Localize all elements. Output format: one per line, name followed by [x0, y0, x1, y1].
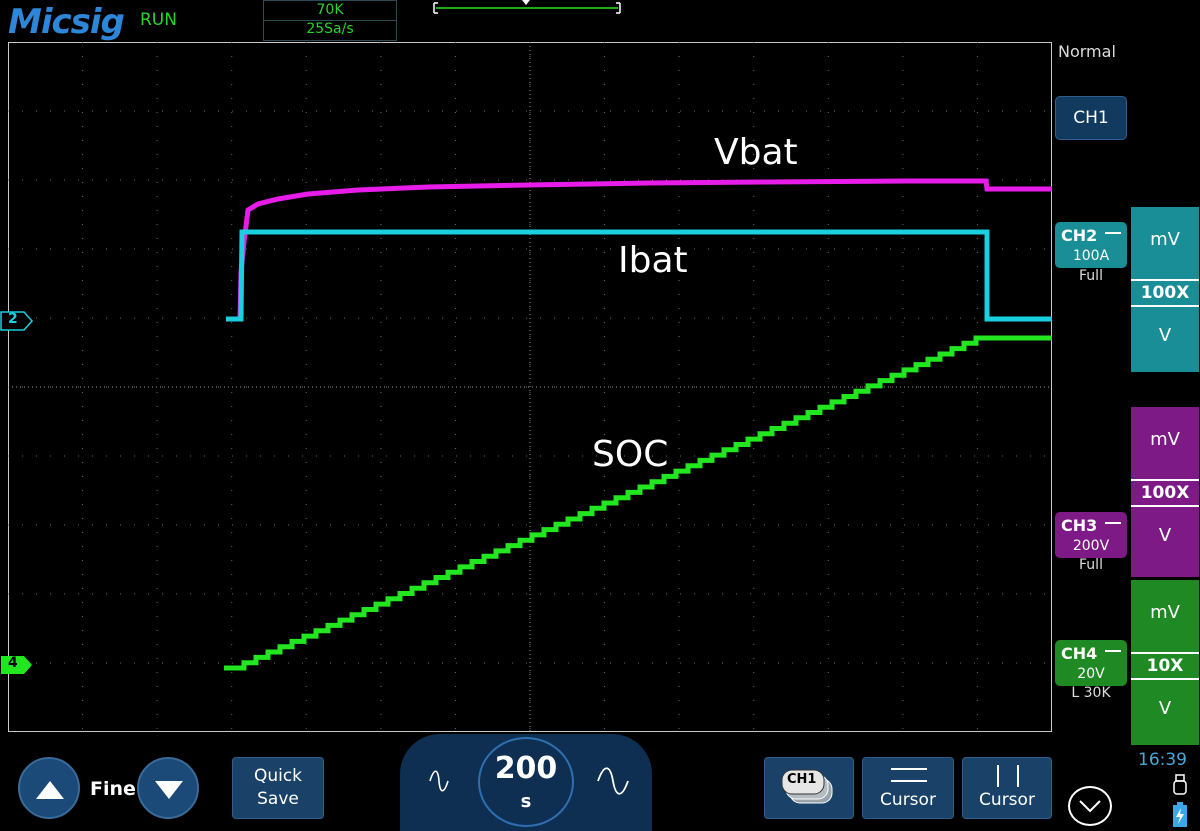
fine-down-button[interactable] — [137, 757, 199, 819]
vertical-cursor-icon — [997, 765, 1019, 787]
ch2-coupling: Full — [1079, 268, 1103, 284]
vbat-label: Vbat — [714, 132, 798, 173]
fine-label: Fine — [90, 778, 136, 800]
ch4-marker-label: 4 — [8, 655, 18, 671]
ch2-marker-label: 2 — [8, 311, 18, 327]
vertical-cursor-label: Cursor — [979, 790, 1035, 810]
ch2-button[interactable]: CH2 100A — [1055, 222, 1127, 268]
sample-rate: 25Sa/s — [306, 21, 354, 37]
ch3-probe[interactable]: 100X — [1131, 479, 1199, 507]
ch4-scale: 20V — [1077, 666, 1105, 682]
brand-logo: Micsig — [8, 2, 125, 42]
fine-up-button[interactable] — [18, 757, 80, 819]
ch2-unit-top[interactable]: mV — [1131, 229, 1199, 250]
horizontal-cursor-label: Cursor — [880, 790, 936, 810]
ch4-probe[interactable]: 10X — [1131, 652, 1199, 680]
ch2-probe[interactable]: 100X — [1131, 279, 1199, 307]
quick-save-line1: Quick — [253, 766, 303, 786]
vertical-cursor-button[interactable]: Cursor — [962, 757, 1052, 819]
down-arrow-icon — [155, 781, 183, 799]
expand-button[interactable] — [1068, 786, 1112, 826]
timebase-value: 200 — [494, 751, 558, 786]
ch2-scale: 100A — [1072, 248, 1110, 264]
timebase-unit: s — [520, 791, 532, 812]
up-arrow-icon — [36, 781, 64, 799]
ibat-label: Ibat — [618, 240, 688, 281]
trigger-position-indicator[interactable] — [430, 0, 625, 18]
ch2-name: CH2 — [1061, 226, 1098, 245]
run-status[interactable]: RUN — [140, 10, 177, 30]
trigger-mode[interactable]: Normal — [1058, 42, 1116, 61]
battery-charging-icon — [1173, 802, 1187, 827]
grid — [8, 42, 1052, 732]
ch3-coupling: Full — [1079, 557, 1103, 573]
timebase-dial[interactable]: 200 s — [478, 737, 574, 827]
usb-icon — [1173, 774, 1187, 795]
ch3-scale: 200V — [1072, 538, 1110, 554]
sine-wave-icon[interactable] — [596, 766, 630, 796]
chevron-down-icon — [1079, 800, 1101, 813]
sine-wave-icon[interactable] — [428, 768, 450, 794]
ch3-scale-panel[interactable]: mV 100X V — [1131, 407, 1199, 577]
ch4-scale-panel[interactable]: mV 10X V — [1131, 580, 1199, 745]
soc-label: SOC — [592, 434, 669, 475]
horizontal-cursor-icon — [891, 768, 927, 782]
waveform-graph — [8, 42, 1052, 732]
acquisition-info[interactable]: 70K 25Sa/s — [263, 0, 397, 41]
horizontal-cursor-button[interactable]: Cursor — [862, 757, 954, 819]
quick-save-line2: Save — [257, 789, 299, 809]
ch2-scale-panel[interactable]: mV 100X V — [1131, 207, 1199, 372]
ch3-button[interactable]: CH3 200V — [1055, 512, 1127, 558]
ch3-unit-top[interactable]: mV — [1131, 429, 1199, 450]
quick-save-button[interactable]: Quick Save — [232, 757, 324, 819]
ch4-unit-bottom[interactable]: V — [1131, 698, 1199, 719]
clock: 16:39 — [1138, 750, 1187, 770]
ch3-name: CH3 — [1061, 516, 1098, 535]
ch4-name: CH4 — [1061, 644, 1098, 663]
memory-depth: 70K — [316, 2, 344, 18]
ch2-unit-bottom[interactable]: V — [1131, 325, 1199, 346]
ch4-button[interactable]: CH4 20V — [1055, 640, 1127, 686]
channel-menu-label: CH1 — [787, 772, 817, 787]
channel-menu-button[interactable]: CH1 — [764, 757, 854, 819]
ch3-unit-bottom[interactable]: V — [1131, 525, 1199, 546]
ch1-button[interactable]: CH1 — [1055, 96, 1127, 140]
ch4-unit-top[interactable]: mV — [1131, 602, 1199, 623]
waveform-display[interactable] — [8, 42, 1052, 732]
ch4-coupling: L 30K — [1071, 685, 1111, 701]
